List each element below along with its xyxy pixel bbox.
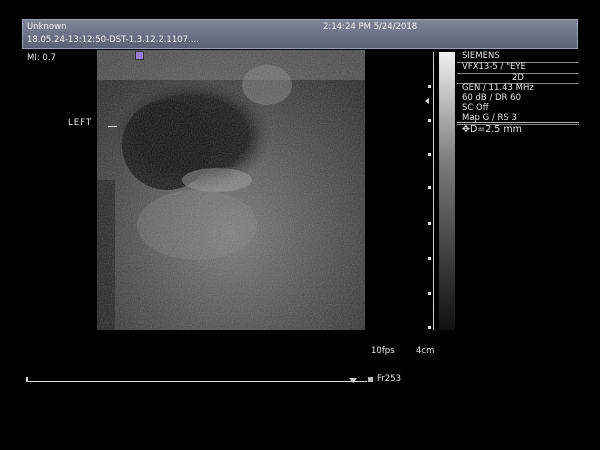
cine-scrub-bar[interactable] xyxy=(27,381,367,382)
caliper-icon: ✥ xyxy=(462,123,470,135)
depth-dot xyxy=(428,153,431,156)
depth-dot xyxy=(428,186,431,189)
depth-dot xyxy=(428,222,431,225)
depth-dot xyxy=(428,326,431,329)
depth-dot xyxy=(428,257,431,260)
gray-scale-bar xyxy=(439,52,455,330)
depth-dot xyxy=(428,292,431,295)
depth-value: 4cm xyxy=(416,346,435,356)
measurement-readout: ✥D=2.5 mm xyxy=(457,123,579,135)
depth-dot xyxy=(428,85,431,88)
measurement-divider xyxy=(457,122,579,123)
ultrasound-scan-graphic xyxy=(97,50,365,330)
transducer-preset: VFX13-5 / "EYE xyxy=(457,62,579,74)
orientation-marker xyxy=(135,51,144,60)
focus-arrow xyxy=(425,98,429,104)
exam-datetime: 2:14:24 PM 5/24/2018 xyxy=(323,22,418,32)
ultrasound-image xyxy=(97,50,365,330)
scanner-info-panel: SIEMENS VFX13-5 / "EYE 2D GEN / 11.43 MH… xyxy=(457,51,579,135)
gray-scale-edge xyxy=(433,52,434,330)
frame-number: Fr253 xyxy=(377,374,401,384)
patient-name: Unknown xyxy=(27,22,67,32)
side-label-underline xyxy=(108,126,117,127)
study-id: 18.05.24-13:12:50-DST-1.3.12.2.1107.... xyxy=(27,35,199,45)
frame-rate: 10fps xyxy=(371,346,395,356)
side-label: LEFT xyxy=(68,118,93,128)
measurement-value: D=2.5 mm xyxy=(469,123,522,135)
frame-icon xyxy=(368,377,373,382)
mechanical-index: MI: 0.7 xyxy=(27,53,56,63)
cine-scrub-start xyxy=(26,377,28,382)
depth-dot xyxy=(428,119,431,122)
cine-scrub-handle[interactable] xyxy=(349,378,358,383)
